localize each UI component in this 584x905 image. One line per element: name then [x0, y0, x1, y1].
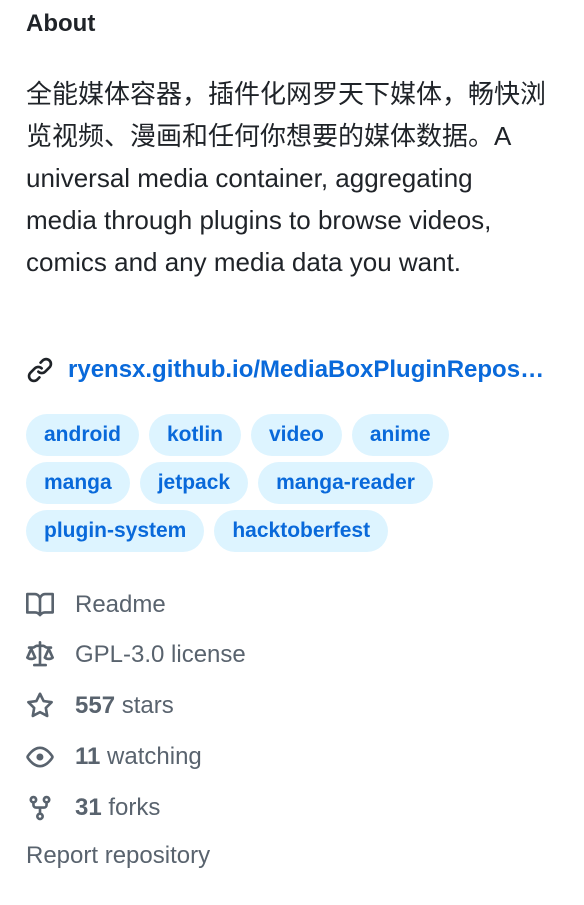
stars-link[interactable]: 557 stars	[26, 689, 174, 723]
forks-text: 31 forks	[75, 794, 160, 822]
topic-row: plugin-system hacktoberfest	[26, 510, 566, 552]
topic-tag-anime[interactable]: anime	[351, 414, 449, 456]
readme-link[interactable]: Readme	[26, 588, 166, 622]
watching-text: 11 watching	[75, 743, 202, 771]
star-icon	[26, 692, 54, 720]
about-heading: About	[26, 10, 96, 37]
topic-tag-plugin-system[interactable]: plugin-system	[26, 510, 205, 552]
watching-count: 11	[75, 743, 101, 770]
forks-link[interactable]: 31 forks	[26, 791, 160, 825]
stars-label: stars	[115, 692, 174, 719]
topic-row: manga jetpack manga-reader	[26, 462, 566, 504]
watching-label: watching	[100, 743, 202, 770]
topics-list: android kotlin video anime manga jetpack…	[26, 414, 566, 558]
topic-tag-manga-reader[interactable]: manga-reader	[258, 462, 433, 504]
eye-icon	[26, 743, 54, 771]
readme-label: Readme	[75, 591, 166, 618]
law-icon	[26, 641, 54, 669]
topic-row: android kotlin video anime	[26, 414, 566, 456]
topic-tag-manga[interactable]: manga	[26, 462, 130, 504]
book-icon	[26, 591, 55, 619]
topic-tag-hacktoberfest[interactable]: hacktoberfest	[214, 510, 389, 552]
stars-text: 557 stars	[75, 692, 174, 720]
stars-count: 557	[75, 692, 116, 719]
topic-tag-android[interactable]: android	[26, 414, 139, 456]
forks-label: forks	[101, 794, 161, 821]
topic-tag-jetpack[interactable]: jetpack	[139, 462, 249, 504]
license-link[interactable]: GPL-3.0 license	[26, 638, 246, 672]
topic-tag-video[interactable]: video	[251, 414, 342, 456]
license-label: GPL-3.0 license	[75, 641, 246, 668]
homepage-link-row: ryensx.github.io/MediaBoxPluginRepositor…	[26, 350, 546, 390]
watchers-link[interactable]: 11 watching	[26, 740, 202, 774]
link-icon	[26, 356, 54, 384]
topic-tag-kotlin[interactable]: kotlin	[149, 414, 241, 456]
homepage-link[interactable]: ryensx.github.io/MediaBoxPluginRepositor…	[68, 356, 546, 384]
fork-icon	[26, 794, 54, 822]
repo-description: 全能媒体容器，插件化网罗天下媒体，畅快浏览视频、漫画和任何你想要的媒体数据。A …	[26, 79, 547, 277]
forks-count: 31	[75, 794, 102, 821]
report-repository-link[interactable]: Report repository	[26, 842, 210, 870]
